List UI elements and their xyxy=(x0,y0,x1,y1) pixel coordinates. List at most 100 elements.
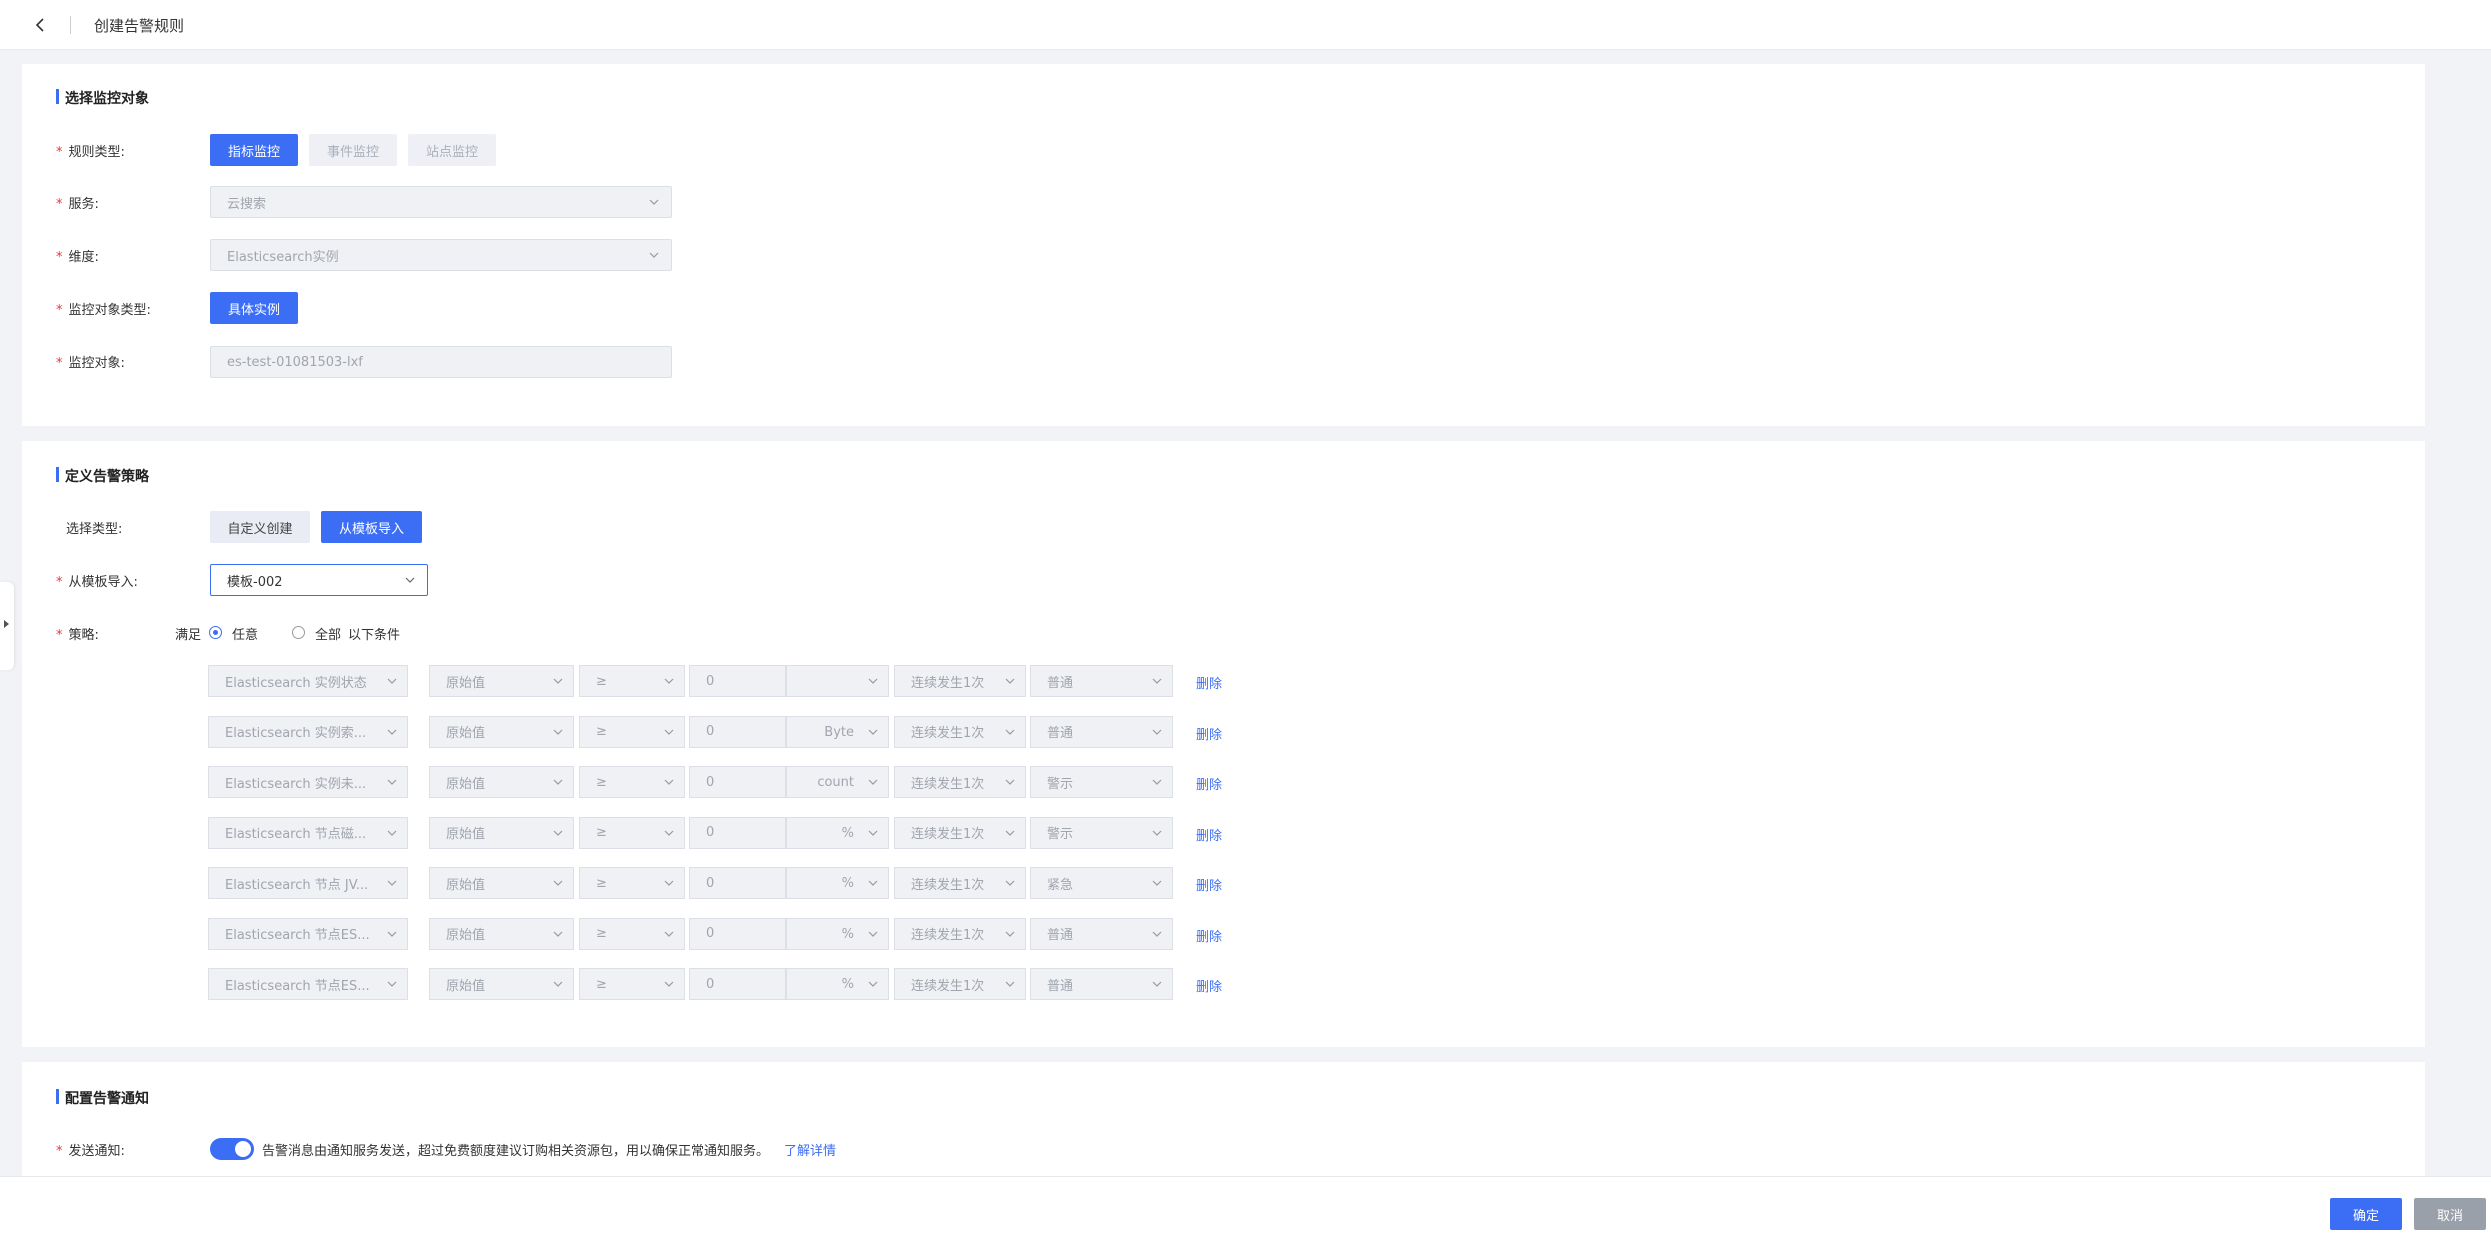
statistic-select[interactable]: 原始值 xyxy=(429,766,574,798)
rule-type-event-button[interactable]: 事件监控 xyxy=(309,134,397,166)
delete-condition-link[interactable]: 删除 xyxy=(1196,926,1222,945)
metric-select[interactable]: Elasticsearch 实例未... xyxy=(208,766,408,798)
operator-select[interactable]: ≥ xyxy=(579,766,685,798)
threshold-input[interactable]: 0 xyxy=(689,816,786,849)
learn-more-link[interactable]: 了解详情 xyxy=(784,1140,836,1159)
level-select[interactable]: 普通 xyxy=(1030,917,1173,950)
frequency-select[interactable]: 连续发生1次 xyxy=(894,715,1026,748)
threshold-value: 0 xyxy=(706,926,715,941)
level-select[interactable]: 紧急 xyxy=(1030,867,1173,899)
service-label: 服务: xyxy=(56,193,99,212)
radio-any-label: 任意 xyxy=(232,628,259,643)
delete-condition-link[interactable]: 删除 xyxy=(1196,724,1222,743)
operator-select[interactable]: ≥ xyxy=(579,816,685,849)
level-value: 普通 xyxy=(1047,675,1074,691)
operator-select[interactable]: ≥ xyxy=(579,867,685,899)
unit-select[interactable] xyxy=(786,665,889,697)
metric-value: Elasticsearch 实例索... xyxy=(225,726,367,741)
chevron-down-icon xyxy=(1005,931,1015,937)
chevron-down-icon xyxy=(664,981,674,987)
frequency-select[interactable]: 连续发生1次 xyxy=(894,766,1026,798)
unit-select[interactable]: % xyxy=(786,867,889,899)
level-select[interactable]: 普通 xyxy=(1030,665,1173,697)
level-select[interactable]: 普通 xyxy=(1030,968,1173,1000)
threshold-input[interactable]: 0 xyxy=(689,715,786,748)
sidebar-expand-handle[interactable] xyxy=(0,582,14,670)
frequency-value: 连续发生1次 xyxy=(911,827,985,842)
delete-condition-link[interactable]: 删除 xyxy=(1196,825,1222,844)
metric-select[interactable]: Elasticsearch 实例索... xyxy=(208,715,408,748)
operator-select[interactable]: ≥ xyxy=(579,968,685,1000)
delete-condition-link[interactable]: 删除 xyxy=(1196,673,1222,692)
level-select[interactable]: 警示 xyxy=(1030,816,1173,849)
metric-value: Elasticsearch 节点 JV... xyxy=(225,877,369,893)
threshold-input[interactable]: 0 xyxy=(689,968,786,1000)
delete-condition-link[interactable]: 删除 xyxy=(1196,875,1222,894)
unit-select[interactable]: % xyxy=(786,816,889,849)
cancel-button[interactable]: 取消 xyxy=(2414,1198,2486,1230)
chevron-down-icon xyxy=(1152,779,1162,785)
rule-type-site-button[interactable]: 站点监控 xyxy=(408,134,496,166)
radio-any[interactable] xyxy=(209,626,222,639)
back-arrow-icon[interactable] xyxy=(28,13,52,37)
frequency-select[interactable]: 连续发生1次 xyxy=(894,968,1026,1000)
chevron-down-icon xyxy=(405,577,415,583)
statistic-select[interactable]: 原始值 xyxy=(429,867,574,899)
unit-select[interactable]: % xyxy=(786,968,889,1000)
template-import-button[interactable]: 从模板导入 xyxy=(321,511,422,543)
statistic-select[interactable]: 原始值 xyxy=(429,917,574,950)
chevron-down-icon xyxy=(553,981,563,987)
statistic-select[interactable]: 原始值 xyxy=(429,715,574,748)
radio-all[interactable] xyxy=(292,626,305,639)
operator-select[interactable]: ≥ xyxy=(579,665,685,697)
operator-value: ≥ xyxy=(596,875,607,891)
metric-select[interactable]: Elasticsearch 实例状态 xyxy=(208,665,408,697)
frequency-value: 连续发生1次 xyxy=(911,928,985,943)
chevron-down-icon xyxy=(387,729,397,735)
rule-type-metric-button[interactable]: 指标监控 xyxy=(210,134,298,166)
frequency-select[interactable]: 连续发生1次 xyxy=(894,917,1026,950)
unit-select[interactable]: % xyxy=(786,917,889,950)
level-select[interactable]: 警示 xyxy=(1030,766,1173,798)
metric-select[interactable]: Elasticsearch 节点ES... xyxy=(208,917,408,950)
custom-create-button[interactable]: 自定义创建 xyxy=(210,511,310,543)
frequency-select[interactable]: 连续发生1次 xyxy=(894,867,1026,899)
chevron-down-icon xyxy=(1152,678,1162,684)
metric-select[interactable]: Elasticsearch 节点磁... xyxy=(208,816,408,849)
template-select[interactable]: 模板-002 xyxy=(210,564,428,596)
delete-condition-link[interactable]: 删除 xyxy=(1196,976,1222,995)
threshold-input[interactable]: 0 xyxy=(689,917,786,950)
statistic-select[interactable]: 原始值 xyxy=(429,665,574,697)
unit-select[interactable]: count xyxy=(786,766,889,798)
object-type-instance-button[interactable]: 具体实例 xyxy=(210,292,298,324)
service-select[interactable]: 云搜索 xyxy=(210,186,672,218)
delete-condition-link[interactable]: 删除 xyxy=(1196,774,1222,793)
threshold-value: 0 xyxy=(706,825,715,840)
confirm-button[interactable]: 确定 xyxy=(2330,1198,2402,1230)
chevron-down-icon xyxy=(553,729,563,735)
chevron-down-icon xyxy=(649,252,659,258)
statistic-select[interactable]: 原始值 xyxy=(429,968,574,1000)
operator-value: ≥ xyxy=(596,724,607,739)
chevron-down-icon xyxy=(553,678,563,684)
statistic-select[interactable]: 原始值 xyxy=(429,816,574,849)
frequency-select[interactable]: 连续发生1次 xyxy=(894,816,1026,849)
frequency-select[interactable]: 连续发生1次 xyxy=(894,665,1026,697)
operator-select[interactable]: ≥ xyxy=(579,917,685,950)
metric-select[interactable]: Elasticsearch 节点 JV... xyxy=(208,867,408,899)
dimension-select[interactable]: Elasticsearch实例 xyxy=(210,239,672,271)
threshold-input[interactable]: 0 xyxy=(689,766,786,798)
threshold-input[interactable]: 0 xyxy=(689,665,786,697)
level-value: 普通 xyxy=(1047,978,1074,994)
threshold-input[interactable]: 0 xyxy=(689,867,786,899)
operator-value: ≥ xyxy=(596,825,607,840)
monitor-object-input[interactable]: es-test-01081503-lxf xyxy=(210,346,672,378)
notify-toggle[interactable] xyxy=(210,1138,254,1160)
metric-select[interactable]: Elasticsearch 节点ES... xyxy=(208,968,408,1000)
operator-value: ≥ xyxy=(596,673,607,689)
level-select[interactable]: 普通 xyxy=(1030,715,1173,748)
operator-select[interactable]: ≥ xyxy=(579,715,685,748)
chevron-down-icon xyxy=(664,880,674,886)
unit-select[interactable]: Byte xyxy=(786,715,889,748)
threshold-value: 0 xyxy=(706,673,715,689)
